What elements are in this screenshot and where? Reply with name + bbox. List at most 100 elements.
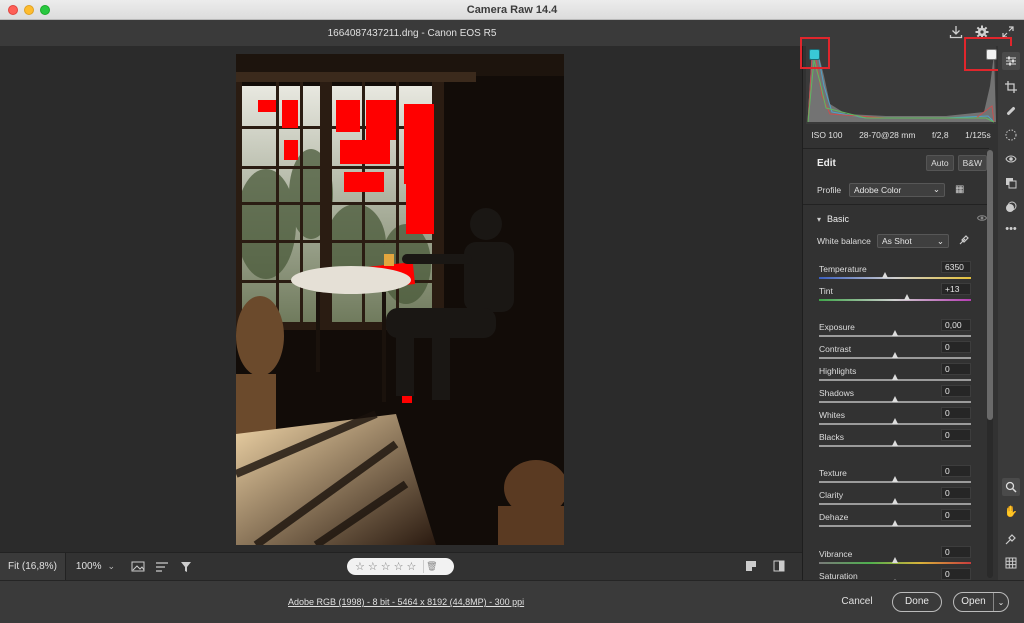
chevron-down-icon: ⌄ (932, 184, 940, 194)
fit-zoom-button[interactable]: Fit (16,8%) (0, 552, 66, 581)
divider (803, 204, 989, 205)
slider-label: Temperature (819, 264, 867, 274)
eyedropper-icon[interactable] (959, 234, 970, 248)
photo-preview[interactable] (236, 54, 564, 545)
edit-header: Edit Auto B&W (817, 154, 987, 172)
document-header: 1664087437211.dng - Canon EOS R5 (0, 20, 1024, 46)
slider-thumb[interactable] (891, 374, 898, 380)
footer-bar: Adobe RGB (1998) - 8 bit - 5464 x 8192 (… (0, 580, 1024, 623)
slider-value-field[interactable]: 0 (941, 465, 971, 477)
slider-thumb[interactable] (891, 396, 898, 402)
star-icon[interactable]: ☆ (394, 560, 404, 573)
star-icon[interactable]: ☆ (368, 560, 378, 573)
close-window-button[interactable] (8, 5, 18, 15)
minimize-window-button[interactable] (24, 5, 34, 15)
slider-value-field[interactable]: 0 (941, 487, 971, 499)
slider-value-field[interactable]: 0 (941, 546, 971, 558)
slider-label: Dehaze (819, 512, 849, 522)
slider-track[interactable] (819, 277, 971, 279)
white-balance-select[interactable]: As Shot ⌄ (877, 234, 949, 248)
filter-icon[interactable] (177, 558, 195, 576)
download-icon[interactable] (948, 24, 964, 40)
sort-icon[interactable] (153, 558, 171, 576)
slider-label: Contrast (819, 344, 852, 354)
slider-value-field[interactable]: 6350 (941, 261, 971, 273)
tool-rail: ••• ✋ (998, 46, 1024, 580)
auto-button[interactable]: Auto (926, 155, 954, 171)
slider-thumb[interactable] (891, 352, 898, 358)
more-icon[interactable]: ••• (1002, 220, 1020, 238)
slider-thumb[interactable] (903, 294, 910, 300)
zoom-level[interactable]: 100% (66, 561, 108, 572)
slider-thumb[interactable] (891, 440, 898, 446)
panel-scroll-thumb[interactable] (987, 150, 993, 420)
slider-label: Whites (819, 410, 845, 420)
basic-section-header[interactable]: ▾ Basic (817, 212, 988, 226)
edit-sliders-icon[interactable] (1002, 52, 1020, 70)
chevron-down-icon: ▾ (817, 214, 822, 224)
white-balance-row: White balance As Shot ⌄ (817, 234, 987, 248)
masking-icon[interactable] (1002, 126, 1020, 144)
trash-icon[interactable]: 🗑 (423, 560, 439, 573)
image-canvas[interactable] (0, 46, 802, 552)
done-button[interactable]: Done (892, 592, 942, 612)
slider-label: Highlights (819, 366, 857, 376)
chevron-down-icon[interactable]: ⌄ (994, 598, 1008, 607)
grid-icon[interactable] (1002, 554, 1020, 572)
star-icon[interactable]: ☆ (407, 560, 417, 573)
open-button[interactable]: Open ⌄ (953, 592, 1009, 612)
chevron-down-icon[interactable]: ⌄ (107, 561, 115, 572)
slider-value-field[interactable]: 0 (941, 429, 971, 441)
workflow-options-link[interactable]: Adobe RGB (1998) - 8 bit - 5464 x 8192 (… (288, 597, 524, 607)
zoom-icon[interactable] (1002, 478, 1020, 496)
slider-track[interactable] (819, 299, 971, 301)
slider-value-field[interactable]: 0 (941, 385, 971, 397)
before-after-icon[interactable] (744, 559, 758, 573)
maximize-window-button[interactable] (40, 5, 50, 15)
slider-label: Vibrance (819, 549, 853, 559)
slider-thumb[interactable] (882, 272, 889, 278)
divider (803, 148, 989, 149)
hand-icon[interactable]: ✋ (1002, 502, 1020, 520)
crop-icon[interactable] (1002, 78, 1020, 96)
white-balance-label: White balance (817, 236, 871, 246)
slider-label: Texture (819, 468, 847, 478)
healing-icon[interactable] (1002, 102, 1020, 120)
slider-value-field[interactable]: 0 (941, 341, 971, 353)
star-icon[interactable]: ☆ (355, 560, 365, 573)
star-icon[interactable]: ☆ (381, 560, 391, 573)
profile-label: Profile (817, 184, 842, 195)
slider-thumb[interactable] (891, 498, 898, 504)
slider-value-field[interactable]: 0 (941, 568, 971, 580)
slider-value-field[interactable]: 0 (941, 509, 971, 521)
file-title: 1664087437211.dng - Canon EOS R5 (327, 27, 497, 39)
white-balance-value: As Shot (882, 236, 912, 246)
slider-value-field[interactable]: 0,00 (941, 319, 971, 331)
slider-thumb[interactable] (891, 476, 898, 482)
slider-label: Exposure (819, 322, 855, 332)
eye-icon[interactable] (976, 214, 988, 224)
slider-thumb[interactable] (891, 418, 898, 424)
color-sampler-icon[interactable] (1002, 530, 1020, 548)
slider-thumb[interactable] (891, 557, 898, 563)
star-rating[interactable]: ☆ ☆ ☆ ☆ ☆ 🗑 (347, 558, 454, 575)
slider-label: Shadows (819, 388, 854, 398)
iso-value: ISO 100 (811, 130, 843, 140)
lens-value: 28-70@28 mm (859, 130, 916, 140)
black-white-button[interactable]: B&W (957, 155, 987, 171)
slider-value-field[interactable]: +13 (941, 283, 971, 295)
red-eye-icon[interactable] (1002, 150, 1020, 168)
split-view-icon[interactable] (772, 559, 786, 573)
slider-value-field[interactable]: 0 (941, 363, 971, 375)
slider-value-field[interactable]: 0 (941, 407, 971, 419)
presets-icon[interactable] (1002, 174, 1020, 192)
snapshots-icon[interactable] (1002, 198, 1020, 216)
panel-scrollbar[interactable] (987, 150, 993, 578)
slider-thumb[interactable] (891, 330, 898, 336)
image-adjust-icon[interactable] (129, 558, 147, 576)
profile-browser-icon[interactable]: ▦ (955, 184, 964, 195)
slider-thumb[interactable] (891, 520, 898, 526)
cancel-button[interactable]: Cancel (834, 592, 880, 612)
open-button-label[interactable]: Open (954, 593, 994, 611)
profile-select[interactable]: Adobe Color ⌄ (849, 182, 945, 197)
